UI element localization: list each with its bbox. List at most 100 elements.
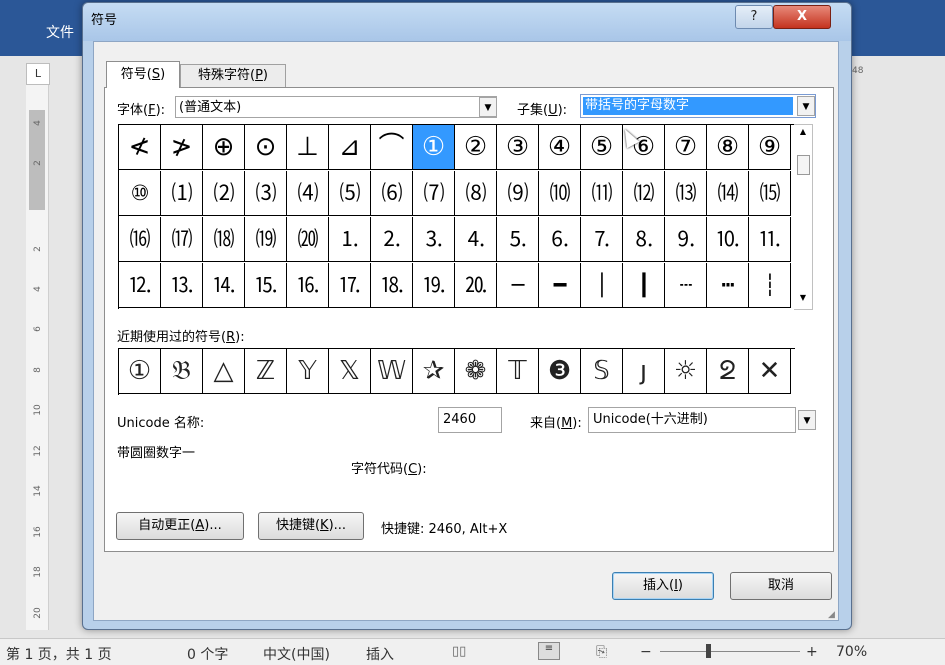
symbol-cell[interactable]: ⑼: [497, 171, 539, 216]
web-layout-icon[interactable]: ⎘: [596, 644, 607, 660]
symbol-cell[interactable]: ⑺: [413, 171, 455, 216]
symbol-cell[interactable]: ⑸: [329, 171, 371, 216]
symbol-cell[interactable]: ⒇: [287, 217, 329, 262]
symbol-cell[interactable]: ⊥: [287, 125, 329, 170]
symbol-cell[interactable]: ⒓: [119, 263, 161, 308]
help-button[interactable]: ?: [735, 5, 773, 29]
symbol-cell[interactable]: ⒏: [623, 217, 665, 262]
recent-symbol-cell[interactable]: ❸: [539, 349, 581, 394]
symbol-cell[interactable]: ⒊: [413, 217, 455, 262]
symbol-cell[interactable]: ≯: [161, 125, 203, 170]
font-dropdown[interactable]: (普通文本): [175, 96, 497, 118]
symbol-cell[interactable]: ⊙: [245, 125, 287, 170]
tab-special-characters[interactable]: 特殊字符(P): [180, 64, 286, 87]
symbol-cell[interactable]: ⒕: [203, 263, 245, 308]
symbol-cell[interactable]: ⑶: [245, 171, 287, 216]
symbol-cell[interactable]: ⑦: [665, 125, 707, 170]
symbol-cell[interactable]: ⒒: [749, 217, 791, 262]
page-count[interactable]: 第 1 页，共 1 页: [6, 644, 112, 664]
symbol-cell[interactable]: ⒚: [413, 263, 455, 308]
recent-symbol-cell[interactable]: 𝕎: [371, 349, 413, 394]
symbol-cell[interactable]: ┃: [623, 263, 665, 308]
subset-dropdown-arrow-icon[interactable]: ▼: [797, 96, 815, 116]
autocorrect-button[interactable]: 自动更正(A)...: [116, 512, 244, 540]
symbol-cell[interactable]: ⌒: [371, 125, 413, 170]
dialog-titlebar[interactable]: 符号 ? X: [83, 3, 851, 41]
font-dropdown-arrow-icon[interactable]: ▼: [479, 97, 497, 117]
symbol-cell[interactable]: ⊕: [203, 125, 245, 170]
symbol-cell[interactable]: ⒘: [329, 263, 371, 308]
symbol-cell[interactable]: ⒂: [749, 171, 791, 216]
tab-selector[interactable]: L: [26, 63, 50, 85]
symbol-cell[interactable]: ⑤: [581, 125, 623, 170]
zoom-slider-track[interactable]: [660, 651, 800, 652]
scroll-thumb[interactable]: [797, 155, 810, 175]
from-dropdown-arrow-icon[interactable]: ▼: [798, 410, 816, 430]
zoom-level[interactable]: 70%: [836, 644, 867, 660]
tab-symbols[interactable]: 符号(S): [106, 61, 180, 88]
recent-symbol-cell[interactable]: 𝕏: [329, 349, 371, 394]
zoom-out-button[interactable]: −: [640, 644, 652, 660]
recent-symbol-cell[interactable]: ☼: [665, 349, 707, 394]
recent-symbol-cell[interactable]: ȷ: [623, 349, 665, 394]
print-layout-icon[interactable]: ≡: [538, 642, 560, 660]
symbol-cell[interactable]: ①: [413, 125, 455, 170]
shortcut-key-button[interactable]: 快捷键(K)...: [258, 512, 364, 540]
symbol-cell[interactable]: ⑧: [707, 125, 749, 170]
symbol-cell[interactable]: ⑻: [455, 171, 497, 216]
zoom-slider-thumb[interactable]: [706, 644, 711, 658]
recent-symbol-cell[interactable]: 𝔅: [161, 349, 203, 394]
char-code-input[interactable]: 2460: [438, 407, 502, 433]
zoom-in-button[interactable]: +: [806, 644, 818, 660]
symbol-cell[interactable]: ⒄: [161, 217, 203, 262]
cancel-button[interactable]: 取消: [730, 572, 832, 600]
symbol-cell[interactable]: ⒖: [245, 263, 287, 308]
symbol-cell[interactable]: ⒛: [455, 263, 497, 308]
symbol-cell[interactable]: ⑿: [623, 171, 665, 216]
symbol-cell[interactable]: ⑽: [539, 171, 581, 216]
symbol-cell[interactable]: ②: [455, 125, 497, 170]
recent-symbol-cell[interactable]: ᘖ: [707, 349, 749, 394]
file-tab[interactable]: 文件: [46, 22, 74, 42]
recent-symbol-cell[interactable]: 𝕐: [287, 349, 329, 394]
symbol-cell[interactable]: ⒑: [707, 217, 749, 262]
symbol-cell[interactable]: ⒍: [539, 217, 581, 262]
symbol-cell[interactable]: ⒁: [707, 171, 749, 216]
subset-dropdown[interactable]: 带括号的字母数字: [580, 94, 816, 118]
word-count[interactable]: 0 个字: [187, 644, 228, 664]
scroll-down-icon[interactable]: ▼: [794, 293, 812, 307]
symbol-cell[interactable]: │: [581, 263, 623, 308]
symbol-cell[interactable]: ⒎: [581, 217, 623, 262]
symbol-cell[interactable]: ⒌: [497, 217, 539, 262]
symbol-cell[interactable]: ⑵: [203, 171, 245, 216]
recent-symbol-cell[interactable]: ✰: [413, 349, 455, 394]
scroll-up-icon[interactable]: ▲: [794, 127, 812, 141]
symbol-cell[interactable]: ⒗: [287, 263, 329, 308]
symbol-cell[interactable]: ⒀: [665, 171, 707, 216]
symbol-cell[interactable]: ⒐: [665, 217, 707, 262]
symbol-cell[interactable]: ─: [497, 263, 539, 308]
symbol-cell[interactable]: ━: [539, 263, 581, 308]
language-indicator[interactable]: 中文(中国): [263, 644, 330, 664]
symbol-cell[interactable]: ⑹: [371, 171, 413, 216]
read-mode-icon[interactable]: ▯▯: [452, 644, 466, 659]
symbol-cell[interactable]: ⒈: [329, 217, 371, 262]
recent-symbol-cell[interactable]: ✕: [749, 349, 791, 394]
symbol-cell[interactable]: ⊿: [329, 125, 371, 170]
recent-symbol-cell[interactable]: 𝕋: [497, 349, 539, 394]
symbol-cell[interactable]: ⒔: [161, 263, 203, 308]
resize-grip-icon[interactable]: ◢: [828, 610, 835, 620]
insert-button[interactable]: 插入(I): [612, 572, 714, 600]
symbol-cell[interactable]: ⒉: [371, 217, 413, 262]
symbol-cell[interactable]: ⑩: [119, 171, 161, 216]
symbol-cell[interactable]: ⒙: [371, 263, 413, 308]
symbol-cell[interactable]: ⑴: [161, 171, 203, 216]
from-dropdown[interactable]: Unicode(十六进制): [588, 407, 796, 433]
close-button[interactable]: X: [773, 5, 831, 29]
symbol-cell[interactable]: ┆: [749, 263, 791, 308]
symbol-cell[interactable]: ⒅: [203, 217, 245, 262]
symbol-cell[interactable]: ⑨: [749, 125, 791, 170]
recent-symbol-cell[interactable]: 𝕊: [581, 349, 623, 394]
symbol-cell[interactable]: ⒆: [245, 217, 287, 262]
symbol-cell[interactable]: ③: [497, 125, 539, 170]
